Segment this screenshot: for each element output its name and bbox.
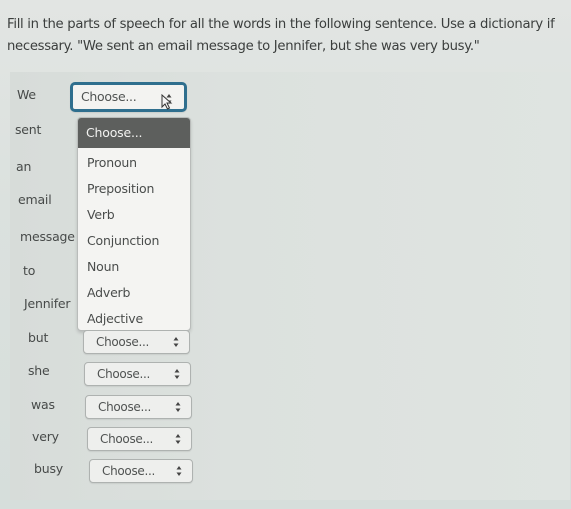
pos-select-very[interactable]: Choose... (87, 427, 192, 451)
pos-select-busy[interactable]: Choose... (89, 459, 193, 483)
dropdown-option-adverb[interactable]: Adverb (78, 280, 190, 305)
word-label: an (16, 159, 32, 174)
word-label: was (31, 397, 55, 412)
pos-select-but[interactable]: Choose... (83, 330, 190, 354)
word-label: but (28, 330, 49, 345)
word-label: We (17, 87, 36, 102)
select-value: Choose... (96, 335, 150, 349)
dropdown-option-choose[interactable]: Choose... (78, 118, 190, 148)
pos-dropdown-list: Choose... Pronoun Preposition Verb Conju… (77, 117, 191, 331)
dropdown-option-adjective[interactable]: Adjective (78, 306, 190, 330)
word-label: sent (15, 122, 42, 137)
select-value: Choose... (100, 432, 154, 446)
dropdown-option-conjunction[interactable]: Conjunction (78, 228, 190, 253)
word-label: very (32, 429, 59, 444)
word-label: email (18, 192, 52, 207)
up-down-chevron-icon (176, 466, 182, 476)
up-down-chevron-icon (173, 337, 179, 347)
word-label: message (20, 229, 75, 244)
word-label: to (23, 263, 36, 278)
pos-select-was[interactable]: Choose... (85, 395, 192, 419)
dropdown-option-noun[interactable]: Noun (78, 254, 190, 279)
select-value: Choose... (102, 464, 156, 478)
select-value: Choose... (97, 367, 151, 381)
dropdown-option-verb[interactable]: Verb (78, 202, 190, 227)
up-down-chevron-icon (175, 402, 181, 412)
pos-select-she[interactable]: Choose... (84, 362, 191, 386)
select-value: Choose... (98, 400, 152, 414)
instructions-text: Fill in the parts of speech for all the … (7, 17, 555, 54)
word-label: she (28, 363, 50, 378)
word-label: Jennifer (24, 296, 71, 311)
word-label: busy (34, 461, 63, 476)
up-down-chevron-icon (175, 434, 181, 444)
dropdown-option-pronoun[interactable]: Pronoun (78, 150, 190, 175)
dropdown-option-preposition[interactable]: Preposition (78, 176, 190, 201)
select-value: Choose... (81, 89, 137, 104)
mouse-pointer-icon (161, 94, 173, 110)
up-down-chevron-icon (174, 369, 180, 379)
